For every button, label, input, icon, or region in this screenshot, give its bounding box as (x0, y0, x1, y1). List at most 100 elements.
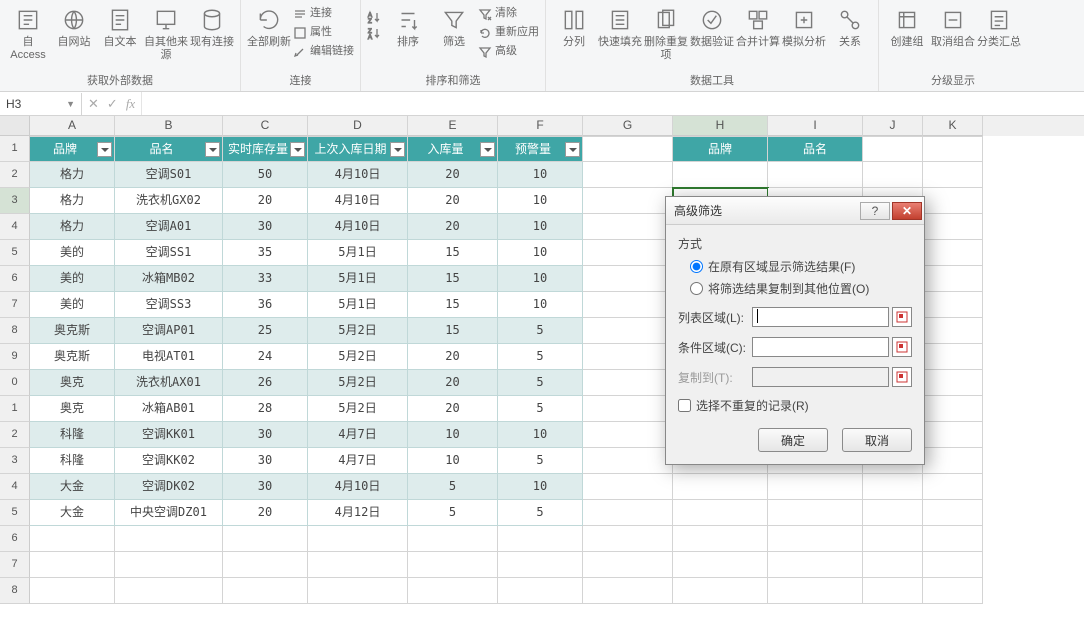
cell[interactable]: 10 (498, 240, 583, 266)
row-header[interactable]: 6 (0, 526, 30, 552)
cell[interactable] (408, 526, 498, 552)
cell[interactable] (308, 552, 408, 578)
row-header[interactable]: 0 (0, 370, 30, 396)
ungroup-button[interactable]: 取消组合 (931, 2, 975, 68)
cell[interactable] (923, 266, 983, 292)
from-access-button[interactable]: 自 Access (6, 2, 50, 68)
cell[interactable]: 品牌 (673, 136, 768, 162)
cell[interactable]: 空调AP01 (115, 318, 223, 344)
cell[interactable]: 4月7日 (308, 422, 408, 448)
cell[interactable] (673, 578, 768, 604)
cell[interactable] (583, 214, 673, 240)
cell[interactable] (768, 500, 863, 526)
cell[interactable]: 24 (223, 344, 308, 370)
cell[interactable]: 20 (408, 214, 498, 240)
cell[interactable]: 30 (223, 422, 308, 448)
list-range-input[interactable] (752, 307, 889, 327)
cell[interactable]: 10 (498, 162, 583, 188)
filter-dropdown-icon[interactable] (390, 142, 405, 157)
cell[interactable]: 28 (223, 396, 308, 422)
cell[interactable] (863, 162, 923, 188)
cell[interactable]: 空调SS3 (115, 292, 223, 318)
cell[interactable] (863, 578, 923, 604)
cell[interactable]: 格力 (30, 162, 115, 188)
group-button[interactable]: 创建组 (885, 2, 929, 68)
column-header-H[interactable]: H (673, 116, 768, 136)
text-to-columns-button[interactable]: 分列 (552, 2, 596, 68)
cell[interactable]: 美的 (30, 266, 115, 292)
cell[interactable]: 中央空调DZ01 (115, 500, 223, 526)
cell[interactable]: 20 (408, 370, 498, 396)
cell[interactable]: 5月1日 (308, 292, 408, 318)
cell[interactable]: 33 (223, 266, 308, 292)
copy-to-ref-button[interactable] (892, 367, 912, 387)
dialog-help-button[interactable]: ? (860, 202, 890, 220)
cell[interactable] (583, 266, 673, 292)
cell[interactable] (115, 552, 223, 578)
cell[interactable]: 25 (223, 318, 308, 344)
row-header[interactable]: 1 (0, 396, 30, 422)
column-header-D[interactable]: D (308, 116, 408, 136)
unique-records-checkbox[interactable] (678, 399, 691, 412)
from-other-button[interactable]: 自其他来源 (144, 2, 188, 68)
subtotal-button[interactable]: 分类汇总 (977, 2, 1021, 68)
data-validation-button[interactable]: 数据验证 (690, 2, 734, 68)
cell[interactable]: 10 (498, 214, 583, 240)
cell[interactable]: 科隆 (30, 422, 115, 448)
row-header[interactable]: 7 (0, 552, 30, 578)
cell[interactable]: 洗衣机GX02 (115, 188, 223, 214)
cell[interactable]: 5 (498, 448, 583, 474)
cell[interactable] (30, 578, 115, 604)
row-header[interactable]: 2 (0, 422, 30, 448)
cell[interactable] (923, 188, 983, 214)
sort-desc-button[interactable]: ZA (367, 26, 384, 40)
cell[interactable]: 洗衣机AX01 (115, 370, 223, 396)
cell[interactable]: 26 (223, 370, 308, 396)
cell[interactable]: 15 (408, 318, 498, 344)
cell[interactable]: 空调SS1 (115, 240, 223, 266)
dialog-close-button[interactable]: ✕ (892, 202, 922, 220)
row-header[interactable]: 8 (0, 318, 30, 344)
cell[interactable] (923, 344, 983, 370)
cell[interactable]: 20 (223, 188, 308, 214)
filter-dropdown-icon[interactable] (290, 142, 305, 157)
name-box[interactable]: H3▼ (0, 93, 82, 115)
cell[interactable]: 5 (408, 474, 498, 500)
connections-button[interactable]: 连接 (293, 5, 354, 22)
accept-formula-icon[interactable]: ✓ (107, 96, 118, 112)
cell[interactable]: 奥克 (30, 396, 115, 422)
cell[interactable]: 大金 (30, 474, 115, 500)
cell[interactable] (923, 526, 983, 552)
cell[interactable] (863, 500, 923, 526)
column-header-G[interactable]: G (583, 116, 673, 136)
advanced-filter-button[interactable]: 高级 (478, 43, 539, 60)
cell[interactable] (863, 474, 923, 500)
criteria-range-input[interactable] (752, 337, 889, 357)
cell[interactable]: 10 (498, 188, 583, 214)
cell[interactable]: 15 (408, 240, 498, 266)
cell[interactable] (583, 162, 673, 188)
cell[interactable]: 10 (408, 448, 498, 474)
from-text-button[interactable]: 自文本 (98, 2, 142, 68)
cell[interactable] (673, 526, 768, 552)
cell[interactable]: 4月10日 (308, 188, 408, 214)
cell[interactable]: 5 (498, 396, 583, 422)
cell[interactable]: 36 (223, 292, 308, 318)
cell[interactable] (923, 578, 983, 604)
column-header-J[interactable]: J (863, 116, 923, 136)
cell[interactable]: 实时库存量 (223, 136, 308, 162)
filter-in-place-radio[interactable] (690, 260, 703, 273)
cell[interactable] (923, 214, 983, 240)
column-header-K[interactable]: K (923, 116, 983, 136)
cell[interactable]: 20 (223, 500, 308, 526)
cell[interactable]: 5 (498, 370, 583, 396)
cell[interactable]: 奥克斯 (30, 318, 115, 344)
cell[interactable]: 4月10日 (308, 214, 408, 240)
cell[interactable]: 品名 (115, 136, 223, 162)
relationships-button[interactable]: 关系 (828, 2, 872, 68)
cell[interactable]: 5月1日 (308, 266, 408, 292)
existing-connections-button[interactable]: 现有连接 (190, 2, 234, 68)
cell[interactable] (923, 552, 983, 578)
formula-input[interactable] (142, 92, 1084, 115)
cell[interactable] (863, 136, 923, 162)
